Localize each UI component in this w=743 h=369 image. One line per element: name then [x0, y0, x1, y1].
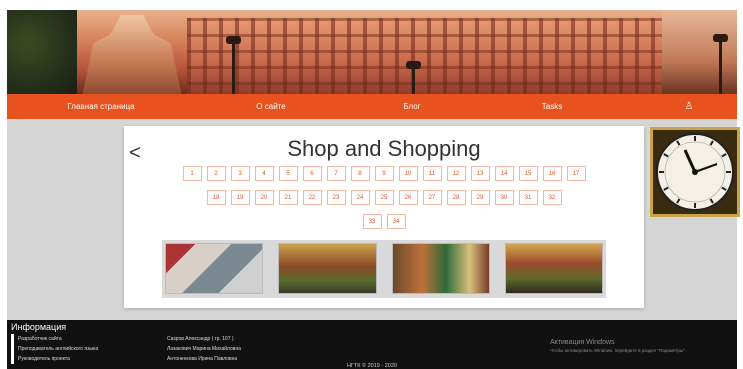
page-button[interactable]: 2	[206, 166, 226, 181]
page-button[interactable]: 21	[278, 190, 298, 205]
banner-palace	[187, 18, 667, 94]
footer-role: Преподаватель английского языка	[18, 346, 99, 352]
page-button[interactable]: 26	[398, 190, 418, 205]
footer-name: Лазакович Марина Михайловна	[167, 346, 241, 352]
footer-roles: Разработчик сайта Преподаватель английск…	[11, 334, 98, 364]
banner-lamp	[713, 34, 728, 94]
gallery-image[interactable]	[391, 243, 490, 294]
page-button[interactable]: 13	[470, 166, 490, 181]
topic-card: < Shop and Shopping 1 2 3 4 5 6 7 8 9 10 11 12 13 14 1…	[124, 126, 644, 308]
page-button[interactable]: 18	[206, 190, 226, 205]
page-title: Shop and Shopping	[287, 136, 481, 161]
page-button[interactable]: 34	[386, 214, 406, 229]
windows-activation-watermark: Активация Windows Чтобы активировать Win…	[550, 339, 686, 353]
page-button[interactable]: 8	[350, 166, 370, 181]
nav-tasks-link[interactable]: Tasks	[517, 102, 587, 111]
page-button[interactable]: 30	[494, 190, 514, 205]
page-button[interactable]: 24	[350, 190, 370, 205]
gallery-image[interactable]	[278, 243, 377, 294]
main-area: < Shop and Shopping 1 2 3 4 5 6 7 8 9 10 11 12 13 14 1…	[7, 119, 737, 320]
page-button[interactable]: 6	[302, 166, 322, 181]
header-banner-image	[7, 10, 737, 94]
nav-blog-link[interactable]: Блог	[377, 102, 447, 111]
pagination-row: 33 34	[124, 214, 644, 229]
page-button[interactable]: 12	[446, 166, 466, 181]
banner-trees-right	[662, 10, 737, 94]
footer-role: Разработчик сайта	[18, 336, 62, 342]
page-button[interactable]: 5	[278, 166, 298, 181]
page-button[interactable]: 31	[518, 190, 538, 205]
banner-lamp	[406, 61, 421, 94]
page-button[interactable]: 1	[182, 166, 202, 181]
page-button[interactable]: 3	[230, 166, 250, 181]
page-button[interactable]: 14	[494, 166, 514, 181]
page-button[interactable]: 33	[362, 214, 382, 229]
gallery-image[interactable]	[504, 243, 603, 294]
gallery-image[interactable]	[165, 243, 264, 294]
page-button[interactable]: 25	[374, 190, 394, 205]
nav-about-link[interactable]: О сайте	[231, 102, 311, 111]
pagination-row: 1 2 3 4 5 6 7 8 9 10 11 12 13 14 15 16 17	[124, 166, 644, 181]
banner-monument	[82, 15, 182, 94]
banner-lamp	[226, 36, 241, 94]
windows-activation-text: Чтобы активировать Windows, перейдите в …	[550, 348, 686, 353]
main-nav: Главная страница О сайте Блог Tasks ♙	[7, 94, 737, 119]
copyright: НГТК © 2019 - 2020	[347, 363, 397, 369]
page-button[interactable]: 10	[398, 166, 418, 181]
page-button[interactable]: 16	[542, 166, 562, 181]
page-button[interactable]: 20	[254, 190, 274, 205]
footer-names: Сазров Александр ( гр. 107 ) Лазакович М…	[167, 334, 241, 364]
page-button[interactable]: 22	[302, 190, 322, 205]
page-button[interactable]: 19	[230, 190, 250, 205]
pagination-row: 18 19 20 21 22 23 24 25 26 27 28 29 30 31 32	[124, 190, 644, 205]
footer-name: Антоненкова Ирина Павловна	[167, 356, 238, 362]
clock-widget	[650, 127, 740, 217]
page-button[interactable]: 27	[422, 190, 442, 205]
page-button[interactable]: 11	[422, 166, 442, 181]
page-button[interactable]: 17	[566, 166, 586, 181]
person-icon[interactable]: ♙	[679, 101, 699, 112]
page-button[interactable]: 23	[326, 190, 346, 205]
page-button[interactable]: 15	[518, 166, 538, 181]
page-button[interactable]: 32	[542, 190, 562, 205]
clock-face-icon	[656, 133, 734, 211]
page-button[interactable]: 29	[470, 190, 490, 205]
page-button[interactable]: 9	[374, 166, 394, 181]
banner-trees	[7, 10, 77, 94]
footer-role: Руководитель проекта	[18, 356, 70, 362]
nav-home-link[interactable]: Главная страница	[51, 102, 151, 111]
page-button[interactable]: 7	[326, 166, 346, 181]
footer-name: Сазров Александр ( гр. 107 )	[167, 336, 234, 342]
footer: Информация Разработчик сайта Преподавате…	[7, 320, 737, 369]
page-button[interactable]: 28	[446, 190, 466, 205]
footer-heading: Информация	[11, 322, 67, 332]
page-button[interactable]: 4	[254, 166, 274, 181]
image-gallery	[162, 240, 606, 298]
windows-activation-title: Активация Windows	[550, 339, 615, 346]
